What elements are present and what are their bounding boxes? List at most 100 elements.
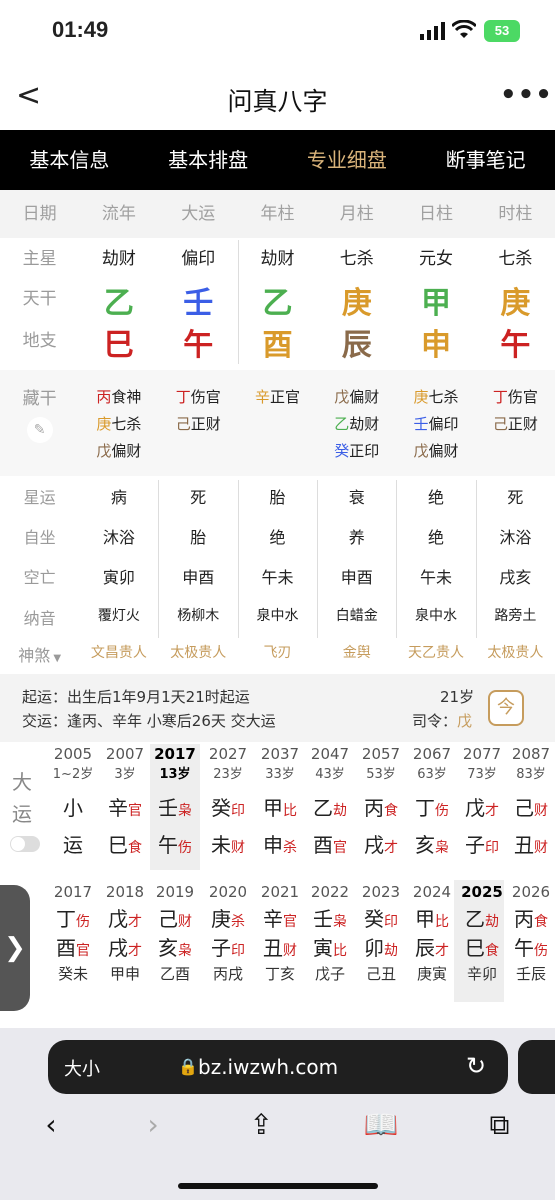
tabs-icon[interactable]: ⧉ (490, 1108, 510, 1158)
text-size-button[interactable]: 大小 (64, 1055, 100, 1081)
dayun-column[interactable]: 2007 3岁 辛官 巳食 (100, 745, 150, 869)
wifi-icon (452, 20, 476, 38)
cell: 寅卯 (102, 568, 135, 587)
dayun-column[interactable]: 2047 43岁 乙劫 酉官 (305, 745, 355, 869)
dayun-year: 2087 (511, 745, 551, 763)
dayun-stem-god: 才 (485, 803, 499, 819)
tab-notes[interactable]: 断事笔记 (416, 130, 555, 190)
reload-icon[interactable]: ↻ (466, 1052, 486, 1080)
god: 正财 (190, 415, 221, 433)
shensha-cell[interactable]: 飞刃 (238, 642, 317, 666)
liunian-column[interactable]: 2018 戊才 戌才 甲申 (100, 883, 150, 1001)
row-label: 星运 (23, 488, 56, 507)
liunian-column[interactable]: 2021 辛官 丑财 丁亥 (255, 883, 305, 1001)
header-cell: 日期 (22, 204, 57, 224)
shensha-cell[interactable]: 金舆 (317, 642, 396, 666)
branch-cell: 申 (421, 328, 452, 363)
liunian-branch: 辰 (415, 936, 435, 960)
canggan-col: 丁伤官 己正财 (476, 384, 555, 474)
tab-pro-detail[interactable]: 专业细盘 (278, 130, 417, 190)
tab-basic-chart[interactable]: 基本排盘 (139, 130, 278, 190)
god: 食神 (111, 388, 142, 406)
address-bar[interactable]: 大小 🔒 bz.iwzwh.com ↻ (48, 1040, 508, 1094)
calendar-icon[interactable]: 今 (488, 690, 524, 726)
liunian-column[interactable]: 2020 庚杀 子印 丙戌 (203, 883, 253, 1001)
canggan-col: 庚七杀 壬偏印 戊偏财 (396, 384, 475, 474)
shensha-cell[interactable]: 太极贵人 (159, 642, 238, 666)
cell: 胎 (269, 488, 286, 507)
dayun-stem-god: 劫 (333, 803, 347, 819)
dayun-column[interactable]: 2027 23岁 癸印 未财 (203, 745, 253, 869)
share-icon[interactable]: ⇪ (250, 1108, 273, 1158)
dayun-column[interactable]: 2067 63岁 丁伤 亥枭 (407, 745, 457, 869)
clock: 01:49 (52, 17, 109, 42)
dayun-column[interactable]: 2017 13岁 壬枭 午伤 (150, 745, 200, 869)
home-indicator (178, 1183, 378, 1189)
cell: 衰 (348, 488, 365, 507)
dayun-column[interactable]: 2005 1~2岁小运 (48, 745, 98, 869)
god: 偏财 (349, 388, 380, 406)
dayun-column[interactable]: 2037 33岁 甲比 申杀 (255, 745, 305, 869)
dayun-toggle[interactable] (10, 836, 40, 852)
liunian-xiaoyun: 己丑 (365, 965, 396, 983)
dayun-stem: 丙 (364, 796, 384, 820)
liunian-column[interactable]: 2025 乙劫 巳食 辛卯 (457, 883, 507, 1001)
liunian-year: 2021 (260, 883, 300, 901)
dayun-branch-god: 印 (485, 840, 499, 856)
stem: 乙 (334, 415, 350, 433)
pin-icon[interactable]: ✎ (26, 417, 53, 443)
stem-cell: 乙 (103, 286, 134, 321)
cell: 杨柳木 (177, 608, 220, 624)
liunian-year: 2022 (310, 883, 350, 901)
dayun-branch-god: 杀 (283, 840, 297, 856)
branch-cell: 酉 (262, 328, 293, 363)
dizhi-row: 地支 巳 午 酉 辰 申 午 (0, 320, 555, 363)
liunian-branch: 酉 (56, 936, 76, 960)
nav-bar: < 问真八字 ••• (0, 64, 555, 130)
shensha-cell[interactable]: 文昌贵人 (79, 642, 158, 666)
liunian-branch: 戌 (108, 936, 128, 960)
liunian-column[interactable]: 2023 癸印 卯劫 己丑 (356, 883, 406, 1001)
liunian-column[interactable]: 2024 甲比 辰才 庚寅 (407, 883, 457, 1001)
dayun-age: 73岁 (467, 767, 497, 782)
cell: 七杀 (339, 249, 374, 269)
branch-cell: 午 (183, 328, 214, 363)
shensha-cell[interactable]: 天乙贵人 (396, 642, 475, 666)
chevron-down-icon: ▼ (50, 653, 62, 664)
stem: 丙 (96, 388, 112, 406)
status-bar: 01:49 53 (0, 0, 555, 64)
liunian-column[interactable]: 2022 壬枭 寅比 戊子 (305, 883, 355, 1001)
liunian-column[interactable]: 2026 丙食 午伤 壬辰 (506, 883, 555, 1001)
more-icon[interactable]: ••• (500, 80, 553, 110)
shensha-toggle[interactable]: 神煞 ▼ (0, 642, 79, 666)
dayun-column[interactable]: 2087 83岁 己财 丑财 (506, 745, 555, 869)
canggan-label-cell: 藏干 ✎ (0, 384, 79, 474)
row-label: 主星 (22, 249, 57, 269)
tab-basic-info[interactable]: 基本信息 (0, 130, 139, 190)
liunian-stem: 乙 (465, 907, 485, 931)
dayun-branch-god: 才 (384, 840, 398, 856)
next-tab-preview[interactable] (518, 1040, 555, 1094)
back-icon[interactable]: ‹ (45, 1108, 56, 1158)
stem: 丁 (492, 388, 508, 406)
liunian-branch-god: 财 (283, 943, 297, 959)
header-cell: 流年 (101, 204, 136, 224)
god: 偏财 (111, 442, 142, 460)
kongwang-row: 空亡 寅卯 申酉 午未 申酉 午未 戌亥 (0, 564, 555, 594)
forward-icon[interactable]: › (147, 1108, 158, 1158)
shensha-cell[interactable]: 太极贵人 (476, 642, 555, 666)
bookmarks-icon[interactable]: 📖 (364, 1108, 399, 1158)
dayun-stem: 甲 (263, 796, 283, 820)
dayun-column[interactable]: 2077 73岁 戊才 子印 (457, 745, 507, 869)
stem: 戊 (413, 442, 429, 460)
dayun-branch-god: 枭 (435, 840, 449, 856)
dayun-column[interactable]: 2057 53岁 丙食 戌才 (356, 745, 406, 869)
dayun-stem-god: 财 (534, 803, 548, 819)
side-drawer-handle[interactable]: ❯ (0, 885, 30, 1011)
liunian-column[interactable]: 2019 己财 亥枭 乙酉 (150, 883, 200, 1001)
header-cell: 年柱 (260, 204, 295, 224)
cell: 劫财 (260, 249, 295, 269)
liunian-branch: 子 (211, 936, 231, 960)
liunian-column[interactable]: 2017 丁伤 酉官 癸未 (48, 883, 98, 1001)
branch-cell: 辰 (341, 328, 372, 363)
